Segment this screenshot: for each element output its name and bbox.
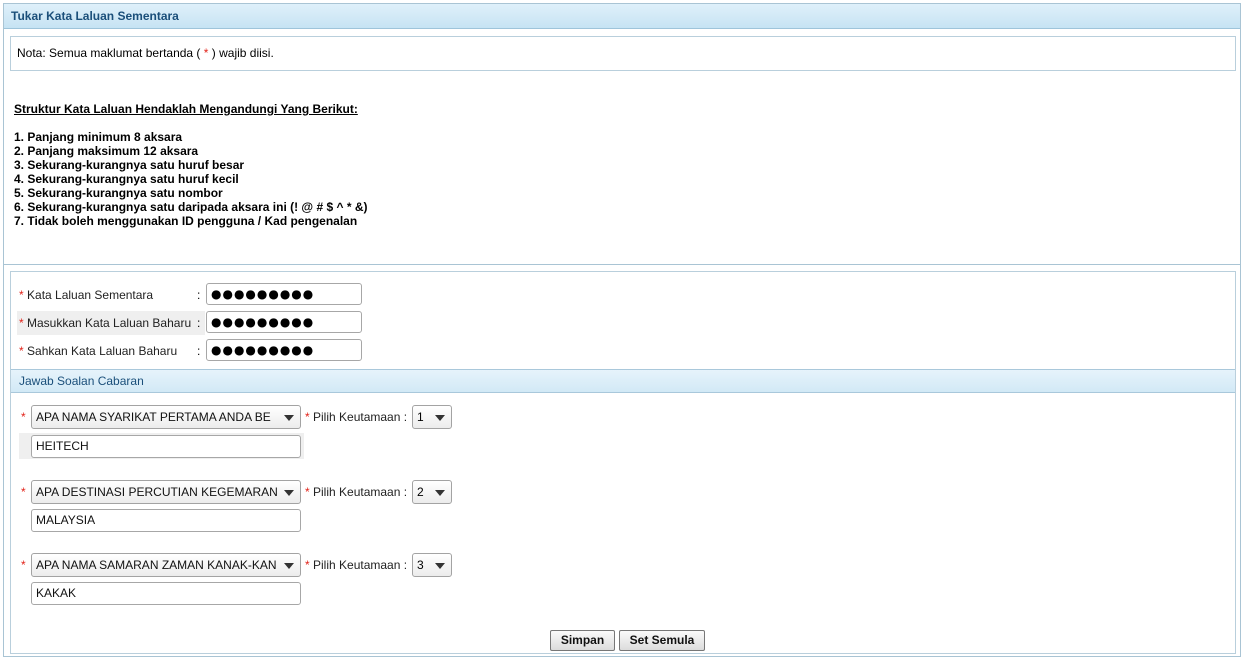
priority-select-3[interactable]: 3 xyxy=(412,553,452,577)
question-select-2[interactable]: APA DESTINASI PERCUTIAN KEGEMARAN xyxy=(31,480,301,504)
temp-password-label: * Kata Laluan Sementara xyxy=(19,288,154,302)
question-row-3: * APA NAMA SAMARAN ZAMAN KANAK-KAN * Pil… xyxy=(17,553,457,577)
password-rules: Struktur Kata Laluan Hendaklah Mengandun… xyxy=(14,102,368,228)
answer-wrap-2: MALAYSIA xyxy=(19,507,304,533)
question-row-2: * APA DESTINASI PERCUTIAN KEGEMARAN * Pi… xyxy=(17,480,457,504)
temp-password-row: * Kata Laluan Sementara : ●●●●●●●●● xyxy=(17,283,377,307)
rule-item: 5. Sekurang-kurangnya satu nombor xyxy=(14,186,223,200)
nota-box: Nota: Semua maklumat bertanda ( * ) waji… xyxy=(10,36,1236,71)
chevron-down-icon xyxy=(435,490,445,496)
change-password-panel: Tukar Kata Laluan Sementara Nota: Semua … xyxy=(3,3,1241,657)
rule-item: 2. Panjang maksimum 12 aksara xyxy=(14,144,199,158)
confirm-password-label: * Sahkan Kata Laluan Baharu xyxy=(19,344,178,358)
new-password-label: * Masukkan Kata Laluan Baharu xyxy=(17,311,205,335)
chevron-down-icon xyxy=(284,415,294,421)
chevron-down-icon xyxy=(284,563,294,569)
challenge-section-heading: Jawab Soalan Cabaran xyxy=(11,369,1235,393)
required-star: * xyxy=(21,410,26,424)
chevron-down-icon xyxy=(435,415,445,421)
rule-item: 7. Tidak boleh menggunakan ID pengguna /… xyxy=(14,214,358,228)
save-button[interactable]: Simpan xyxy=(550,630,615,651)
rule-item: 3. Sekurang-kurangnya satu huruf besar xyxy=(14,158,245,172)
rules-heading: Struktur Kata Laluan Hendaklah Mengandun… xyxy=(14,102,358,116)
reset-button[interactable]: Set Semula xyxy=(619,630,705,651)
confirm-password-input[interactable]: ●●●●●●●●● xyxy=(206,339,362,361)
page-title: Tukar Kata Laluan Sementara xyxy=(4,4,1240,29)
priority-label: * Pilih Keutamaan : xyxy=(305,558,408,572)
new-password-input[interactable]: ●●●●●●●●● xyxy=(206,311,362,333)
rule-item: 6. Sekurang-kurangnya satu daripada aksa… xyxy=(14,200,368,214)
answer-wrap-1: HEITECH xyxy=(19,433,304,459)
priority-select-2[interactable]: 2 xyxy=(412,480,452,504)
confirm-password-row: * Sahkan Kata Laluan Baharu : ●●●●●●●●● xyxy=(17,339,377,363)
answer-input-1[interactable]: HEITECH xyxy=(31,435,301,458)
answer-input-2[interactable]: MALAYSIA xyxy=(31,509,301,532)
answer-input-3[interactable]: KAKAK xyxy=(31,582,301,605)
priority-select-1[interactable]: 1 xyxy=(412,405,452,429)
required-star: * xyxy=(21,485,26,499)
nota-suffix: ) wajib diisi. xyxy=(208,46,274,60)
priority-label: * Pilih Keutamaan : xyxy=(305,410,408,424)
answer-wrap-3: KAKAK xyxy=(19,580,304,606)
new-password-row: * Masukkan Kata Laluan Baharu : ●●●●●●●●… xyxy=(17,311,377,335)
question-select-1[interactable]: APA NAMA SYARIKAT PERTAMA ANDA BE xyxy=(31,405,301,429)
question-select-3[interactable]: APA NAMA SAMARAN ZAMAN KANAK-KAN xyxy=(31,553,301,577)
rule-item: 1. Panjang minimum 8 aksara xyxy=(14,130,183,144)
chevron-down-icon xyxy=(435,563,445,569)
nota-prefix: Nota: Semua maklumat bertanda ( xyxy=(17,46,204,60)
required-star: * xyxy=(21,558,26,572)
temp-password-input[interactable]: ●●●●●●●●● xyxy=(206,283,362,305)
priority-label: * Pilih Keutamaan : xyxy=(305,485,408,499)
password-form: * Kata Laluan Sementara : ●●●●●●●●● * Ma… xyxy=(10,271,1236,654)
divider xyxy=(4,264,1240,265)
chevron-down-icon xyxy=(284,490,294,496)
question-row-1: * APA NAMA SYARIKAT PERTAMA ANDA BE * Pi… xyxy=(17,405,457,429)
rule-item: 4. Sekurang-kurangnya satu huruf kecil xyxy=(14,172,239,186)
